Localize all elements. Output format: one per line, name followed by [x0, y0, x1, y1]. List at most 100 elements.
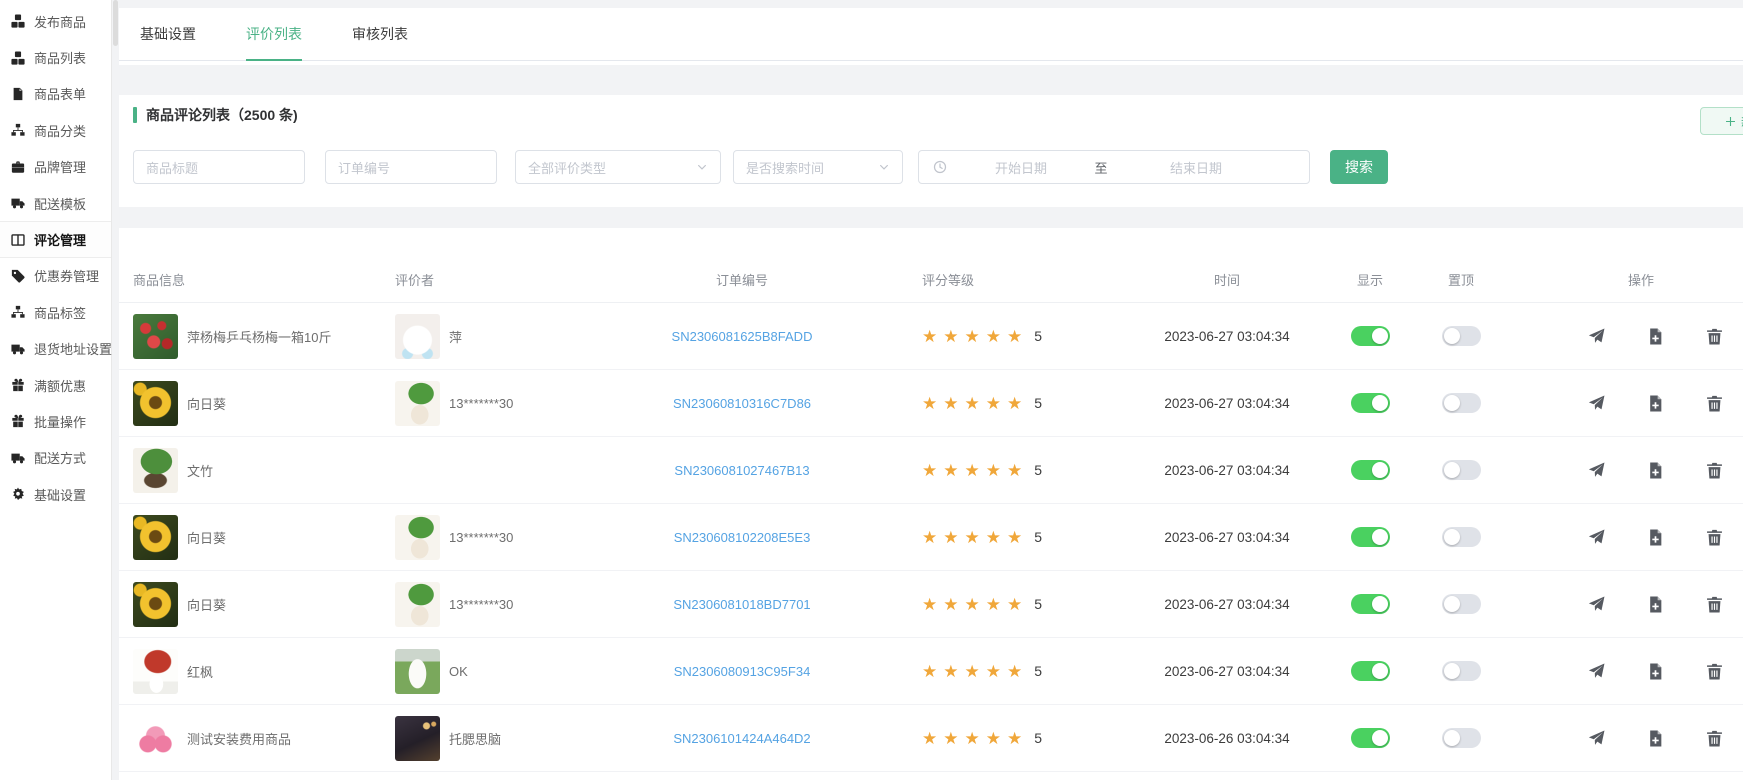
- send-icon[interactable]: [1588, 462, 1605, 479]
- add-button[interactable]: 新增: [1700, 107, 1743, 135]
- truck-icon: [11, 342, 25, 356]
- order-no-link[interactable]: SN2306080913C95F34: [674, 664, 811, 679]
- sidebar-item-basic-settings[interactable]: 基础设置: [0, 476, 111, 512]
- product-name: 测试安装费用商品: [187, 729, 291, 748]
- send-icon[interactable]: [1588, 328, 1605, 345]
- search-time-select[interactable]: 是否搜索时间: [733, 150, 903, 184]
- show-toggle[interactable]: [1351, 728, 1390, 748]
- reviewer-avatar: [395, 716, 440, 761]
- send-icon[interactable]: [1588, 730, 1605, 747]
- start-date-field[interactable]: 开始日期: [961, 158, 1081, 177]
- star-rating: ★★★★★: [922, 328, 1028, 345]
- star-rating: ★★★★★: [922, 730, 1028, 747]
- show-toggle[interactable]: [1351, 661, 1390, 681]
- toggle-knob: [1444, 395, 1460, 411]
- sidebar-item-batch-operation[interactable]: 批量操作: [0, 403, 111, 439]
- toggle-knob: [1444, 328, 1460, 344]
- show-toggle[interactable]: [1351, 326, 1390, 346]
- top-toggle[interactable]: [1442, 527, 1481, 547]
- order-no-link[interactable]: SN2306081027467B13: [674, 463, 809, 478]
- product-title-input[interactable]: 商品标题: [133, 150, 305, 184]
- show-toggle[interactable]: [1351, 393, 1390, 413]
- sidebar-item-delivery-template[interactable]: 配送模板: [0, 185, 111, 221]
- tab-audit-list[interactable]: 审核列表: [352, 8, 408, 61]
- sidebar-item-product-list[interactable]: 商品列表: [0, 39, 111, 75]
- sidebar-item-full-discount[interactable]: 满额优惠: [0, 367, 111, 403]
- review-time: 2023-06-27 03:04:34: [1132, 597, 1322, 612]
- top-toggle[interactable]: [1442, 594, 1481, 614]
- file-add-icon[interactable]: [1647, 596, 1664, 613]
- order-no-link[interactable]: SN2306081625B8FADD: [672, 329, 813, 344]
- top-toggle[interactable]: [1442, 393, 1481, 413]
- file-add-icon[interactable]: [1647, 395, 1664, 412]
- sidebar-item-product-category[interactable]: 商品分类: [0, 112, 111, 148]
- top-toggle[interactable]: [1442, 661, 1481, 681]
- order-no-input[interactable]: 订单编号: [325, 150, 497, 184]
- header-show: 显示: [1322, 270, 1418, 289]
- file-add-icon[interactable]: [1647, 663, 1664, 680]
- cubes-icon: [11, 14, 25, 28]
- sidebar-item-delivery-method[interactable]: 配送方式: [0, 440, 111, 476]
- tab-review-list[interactable]: 评价列表: [246, 8, 302, 61]
- product-name: 向日葵: [187, 394, 226, 413]
- search-button[interactable]: 搜索: [1330, 150, 1388, 184]
- file-add-icon[interactable]: [1647, 529, 1664, 546]
- toggle-knob: [1444, 663, 1460, 679]
- review-table: 商品信息 评价者 订单编号 评分等级 时间 显示 置顶 操作 萍杨梅乒乓杨梅一箱…: [119, 228, 1743, 780]
- file-add-icon[interactable]: [1647, 730, 1664, 747]
- tab-basic-settings[interactable]: 基础设置: [140, 8, 196, 61]
- product-name: 萍杨梅乒乓杨梅一箱10斤: [187, 327, 331, 346]
- sidebar-item-return-address[interactable]: 退货地址设置: [0, 331, 111, 367]
- send-icon[interactable]: [1588, 663, 1605, 680]
- order-no-link[interactable]: SN230608102208E5E3: [674, 530, 811, 545]
- top-toggle[interactable]: [1442, 460, 1481, 480]
- delete-icon[interactable]: [1706, 328, 1723, 345]
- truck-icon: [11, 451, 25, 465]
- header-product: 商品信息: [133, 270, 395, 289]
- star-rating: ★★★★★: [922, 395, 1028, 412]
- tree-icon: [11, 305, 25, 319]
- reviewer-name: OK: [449, 664, 468, 679]
- sidebar-item-label: 配送方式: [34, 448, 86, 467]
- rating-value: 5: [1034, 663, 1042, 679]
- review-type-select[interactable]: 全部评价类型: [515, 150, 721, 184]
- sidebar-item-label: 品牌管理: [34, 157, 86, 176]
- show-toggle[interactable]: [1351, 527, 1390, 547]
- gear-icon: [11, 487, 25, 501]
- order-no-link[interactable]: SN2306081018BD7701: [673, 597, 810, 612]
- toggle-knob: [1372, 328, 1388, 344]
- file-add-icon[interactable]: [1647, 462, 1664, 479]
- sidebar-item-coupon-management[interactable]: 优惠券管理: [0, 258, 111, 294]
- delete-icon[interactable]: [1706, 529, 1723, 546]
- sidebar-item-brand-management[interactable]: 品牌管理: [0, 149, 111, 185]
- end-date-field[interactable]: 结束日期: [1121, 158, 1299, 177]
- send-icon[interactable]: [1588, 596, 1605, 613]
- delete-icon[interactable]: [1706, 663, 1723, 680]
- delete-icon[interactable]: [1706, 596, 1723, 613]
- show-toggle[interactable]: [1351, 594, 1390, 614]
- sidebar-scrollbar[interactable]: [113, 0, 118, 46]
- delete-icon[interactable]: [1706, 395, 1723, 412]
- sidebar-item-product-tags[interactable]: 商品标签: [0, 294, 111, 330]
- send-icon[interactable]: [1588, 529, 1605, 546]
- sidebar-item-review-management[interactable]: 评论管理: [0, 221, 111, 257]
- date-range-picker[interactable]: 开始日期 至 结束日期: [918, 150, 1310, 184]
- sidebar-item-publish-product[interactable]: 发布商品: [0, 3, 111, 39]
- header-top: 置顶: [1418, 270, 1504, 289]
- reviewer-avatar: [395, 314, 440, 359]
- sidebar-item-product-form[interactable]: 商品表单: [0, 76, 111, 112]
- show-toggle[interactable]: [1351, 460, 1390, 480]
- table-row: 红枫 OK SN2306080913C95F34 ★★★★★ 5 2023-06…: [119, 638, 1743, 705]
- file-add-icon[interactable]: [1647, 328, 1664, 345]
- order-no-link[interactable]: SN2306101424A464D2: [673, 731, 810, 746]
- delete-icon[interactable]: [1706, 462, 1723, 479]
- order-no-link[interactable]: SN23060810316C7D86: [673, 396, 811, 411]
- header-rating: 评分等级: [892, 270, 1132, 289]
- top-toggle[interactable]: [1442, 728, 1481, 748]
- sidebar-item-label: 退货地址设置: [34, 339, 112, 358]
- plus-icon: [1725, 116, 1736, 127]
- sidebar-item-label: 配送模板: [34, 194, 86, 213]
- top-toggle[interactable]: [1442, 326, 1481, 346]
- send-icon[interactable]: [1588, 395, 1605, 412]
- delete-icon[interactable]: [1706, 730, 1723, 747]
